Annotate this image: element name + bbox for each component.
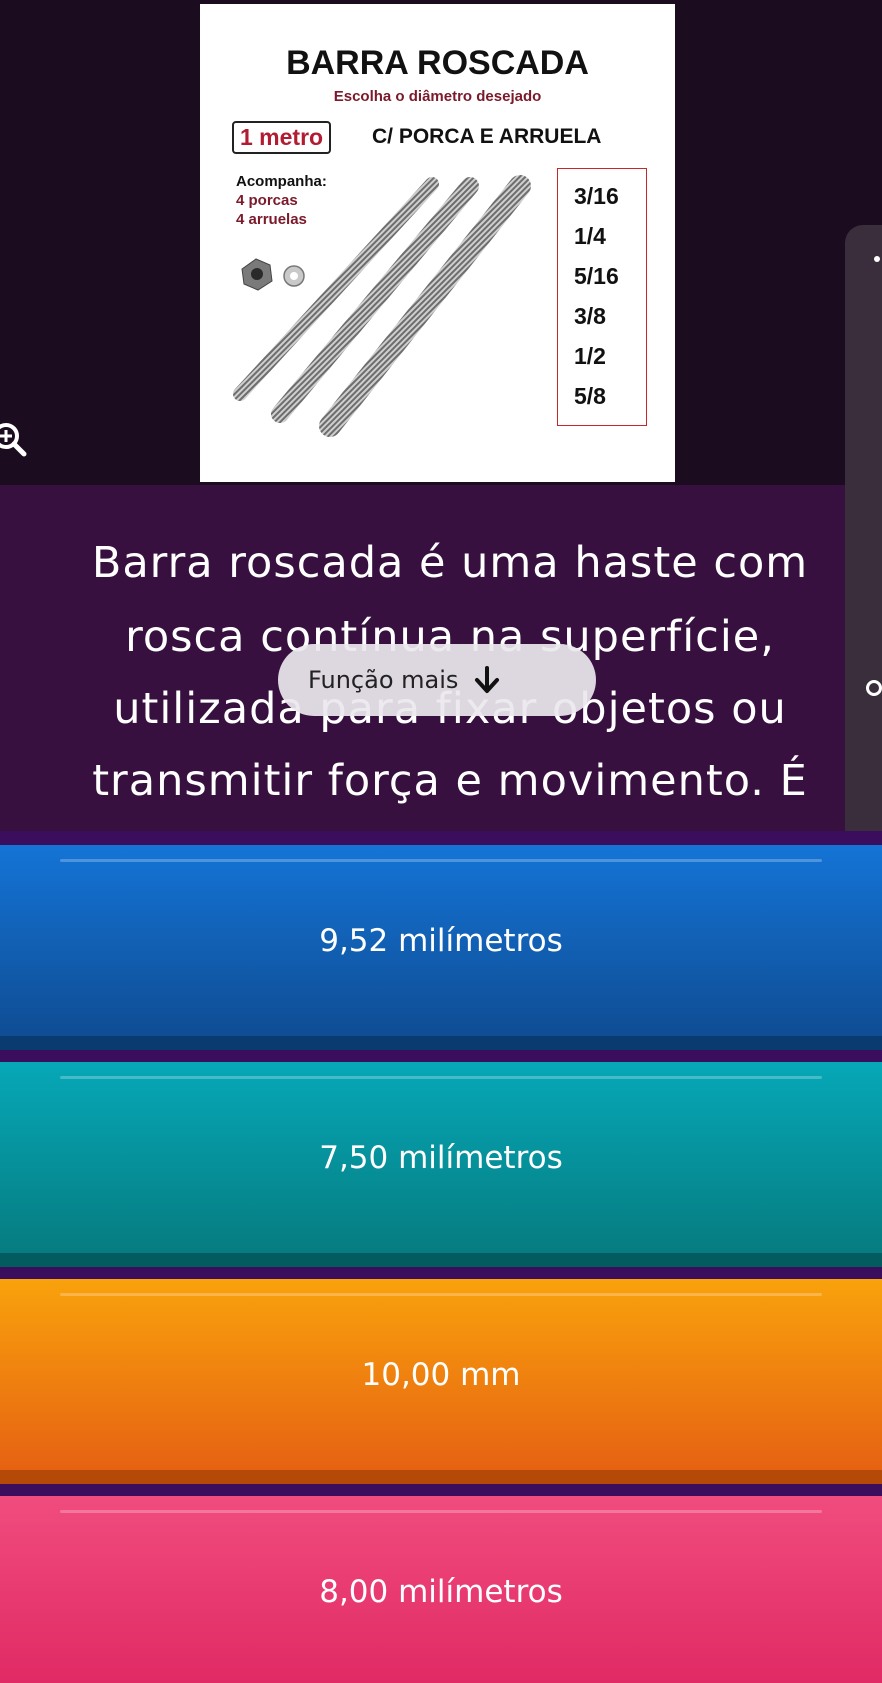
answer-label: 7,50 milímetros	[319, 1140, 563, 1176]
image-subtitle: Escolha o diâmetro desejado	[333, 88, 542, 105]
image-included-text: C/ PORCA E ARRUELA	[372, 125, 602, 148]
image-length-badge: 1 metro	[232, 121, 332, 154]
size-item: 5/8	[574, 383, 606, 409]
product-image[interactable]: BARRA ROSCADA Escolha o diâmetro desejad…	[200, 4, 675, 482]
answer-label: 10,00 mm	[361, 1357, 521, 1393]
size-item: 3/16	[574, 183, 619, 209]
question-line: Barra roscada é uma haste com	[91, 538, 809, 588]
side-handle-icon[interactable]	[866, 680, 882, 696]
answer-label: 8,00 milímetros	[319, 1574, 563, 1610]
question-media-area: BARRA ROSCADA Escolha o diâmetro desejad…	[0, 0, 882, 485]
zoom-in-icon[interactable]	[0, 420, 30, 460]
read-more-label: Função mais	[308, 666, 459, 694]
answer-label: 9,52 milímetros	[319, 923, 563, 959]
scroll-indicator	[874, 256, 880, 262]
answer-option-4[interactable]: 8,00 milímetros	[0, 1496, 882, 1683]
question-line: transmitir força e movimento. É	[92, 756, 808, 806]
size-item: 1/2	[574, 343, 606, 369]
answer-option-1[interactable]: 9,52 milímetros	[0, 845, 882, 1050]
answer-option-3[interactable]: 10,00 mm	[0, 1279, 882, 1484]
size-item: 3/8	[574, 303, 606, 329]
read-more-button[interactable]: Função mais	[278, 644, 596, 716]
size-item: 5/16	[574, 263, 619, 289]
image-size-list: 3/16 1/4 5/16 3/8 1/2 5/8	[557, 168, 647, 426]
image-title: BARRA ROSCADA	[286, 44, 589, 82]
answer-option-2[interactable]: 7,50 milímetros	[0, 1062, 882, 1267]
arrow-down-icon	[475, 666, 500, 693]
size-item: 1/4	[574, 223, 606, 249]
threaded-rods-illustration	[233, 175, 531, 437]
